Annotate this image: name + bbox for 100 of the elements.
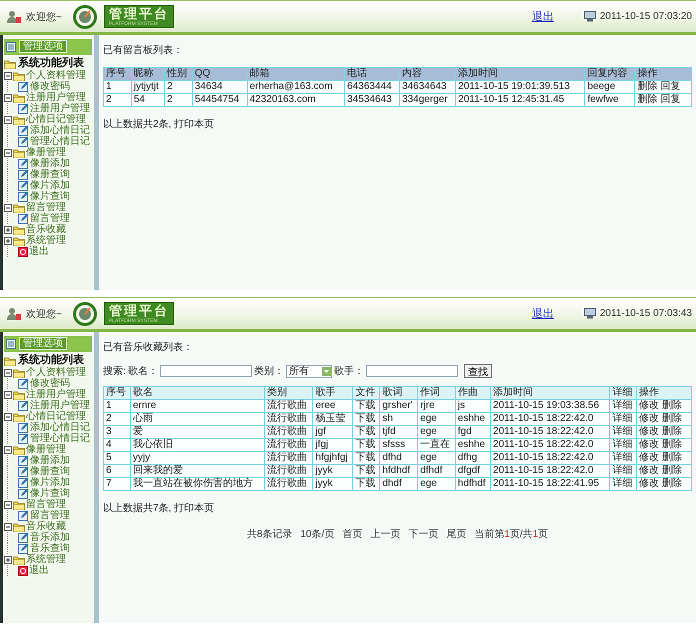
menu-group[interactable]: 心情日记管理 xyxy=(26,411,86,422)
table-cell: 2011-10-15 18:22:42.0 xyxy=(490,452,610,464)
menu-item[interactable]: 像册添加 xyxy=(30,158,70,169)
pager-item[interactable]: 下一页 xyxy=(408,527,438,541)
action-link[interactable]: 删除 xyxy=(662,452,682,463)
menu-item[interactable]: 添加心情日记 xyxy=(30,125,90,136)
search-field[interactable] xyxy=(366,365,458,377)
menu-item[interactable]: 像片查询 xyxy=(30,191,70,202)
pager-item[interactable]: 共8条记录 xyxy=(246,527,292,541)
sidebar-title: 系统功能列表 xyxy=(18,354,84,366)
logout-link[interactable]: 退出 xyxy=(532,306,554,321)
category-dropdown[interactable]: 所有 xyxy=(286,364,332,378)
table-cell: 回来我的爱 xyxy=(130,464,265,478)
table-cell: erherha@163.com xyxy=(247,80,345,94)
action-link[interactable]: 删除 xyxy=(662,426,682,437)
action-link[interactable]: 删除 xyxy=(637,94,658,105)
search-field[interactable] xyxy=(160,365,252,377)
action-link[interactable]: 修改 xyxy=(639,400,660,411)
brand-title: 管理平台 xyxy=(108,7,169,21)
menu-item[interactable]: 注册用户管理 xyxy=(30,400,90,411)
pager-item[interactable]: 10条/页 xyxy=(300,527,334,541)
column-header: 序号 xyxy=(104,68,132,80)
menu-item[interactable]: 留言管理 xyxy=(30,510,70,521)
sidebar-tab[interactable]: 管理选项 xyxy=(19,337,67,350)
action-link[interactable]: 删除 xyxy=(662,439,682,450)
action-link[interactable]: 删除 xyxy=(662,478,682,489)
menu-group[interactable]: 音乐收藏 xyxy=(26,521,66,532)
table-cell: 流行歌曲 xyxy=(264,400,313,412)
table-cell: 5 xyxy=(104,452,130,464)
column-header: 添加时间 xyxy=(490,386,610,400)
page-position: 当前第1页/共1页 xyxy=(474,528,548,541)
search-label: 搜索: xyxy=(103,364,126,378)
table-cell: 杨玉莹 xyxy=(312,412,353,426)
folder-icon xyxy=(13,114,25,125)
logout-link[interactable]: 退出 xyxy=(532,9,554,24)
menu-group[interactable]: 个人资料管理 xyxy=(26,70,86,81)
folder-icon xyxy=(13,367,25,378)
table-cell: jyyk xyxy=(312,478,353,490)
pager-item[interactable]: 上一页 xyxy=(370,527,400,541)
menu-item[interactable]: 音乐添加 xyxy=(30,532,70,543)
menu-group[interactable]: 注册用户管理 xyxy=(26,92,86,103)
menu-item[interactable]: 管理心情日记 xyxy=(30,433,90,444)
table-cell: fewfwe xyxy=(584,94,635,106)
menu-item[interactable]: 添加心情日记 xyxy=(30,422,90,433)
table-cell: dfhd xyxy=(380,452,418,464)
menu-item[interactable]: 像片添加 xyxy=(30,477,70,488)
field-label: 歌名： xyxy=(128,365,158,378)
menu-item[interactable]: 像册查询 xyxy=(30,466,70,477)
column-header: 邮箱 xyxy=(247,68,345,80)
action-link[interactable]: 修改 xyxy=(639,465,660,476)
menu-group[interactable]: 留言管理 xyxy=(26,202,66,213)
column-header: 操作 xyxy=(636,386,692,400)
table-cell: fgd xyxy=(455,426,491,438)
menu-item[interactable]: 留言管理 xyxy=(30,213,70,224)
action-link[interactable]: 回复 xyxy=(660,94,680,105)
action-link[interactable]: 修改 xyxy=(639,413,660,424)
action-link[interactable]: 删除 xyxy=(662,465,682,476)
menu-group[interactable]: 留言管理 xyxy=(26,499,66,510)
folder-icon xyxy=(13,411,25,422)
pager-item[interactable]: 首页 xyxy=(342,527,362,541)
menu-group[interactable]: 系统管理 xyxy=(26,554,66,565)
table-cell: jfgj xyxy=(312,438,353,452)
menu-item[interactable]: 退出 xyxy=(29,246,49,257)
menu-group[interactable]: 系统管理 xyxy=(26,235,66,246)
pen-icon xyxy=(18,136,29,147)
search-button[interactable]: 查找 xyxy=(464,364,492,378)
menu-item[interactable]: 像册添加 xyxy=(30,455,70,466)
menu-group[interactable]: 个人资料管理 xyxy=(26,367,86,378)
column-header: 歌词 xyxy=(380,386,418,400)
pager-item[interactable]: 尾页 xyxy=(446,527,466,541)
action-link[interactable]: 删除 xyxy=(662,413,682,424)
menu-item[interactable]: 像片查询 xyxy=(30,488,70,499)
menu-item[interactable]: 管理心情日记 xyxy=(30,136,90,147)
table-cell: sfsss xyxy=(380,438,418,452)
menu-item[interactable]: 修改密码 xyxy=(30,378,70,389)
action-link[interactable]: 修改 xyxy=(639,426,660,437)
action-link[interactable]: 删除 xyxy=(662,400,682,411)
action-link[interactable]: 修改 xyxy=(639,478,660,489)
menu-item[interactable]: 像册查询 xyxy=(30,169,70,180)
action-link[interactable]: 修改 xyxy=(639,452,660,463)
menu-item[interactable]: 音乐查询 xyxy=(30,543,70,554)
menu-group[interactable]: 心情日记管理 xyxy=(26,114,86,125)
menu-item[interactable]: 像片添加 xyxy=(30,180,70,191)
table-cell: beege xyxy=(584,80,635,94)
table-cell: 34634 xyxy=(192,80,248,94)
table-cell: 3 xyxy=(104,426,130,438)
menu-group[interactable]: 注册用户管理 xyxy=(26,389,86,400)
menu-group[interactable]: 音乐收藏 xyxy=(26,224,66,235)
action-link[interactable]: 修改 xyxy=(639,439,660,450)
menu-group[interactable]: 像册管理 xyxy=(26,444,66,455)
menu-item[interactable]: 修改密码 xyxy=(30,81,70,92)
menu-item[interactable]: 注册用户管理 xyxy=(30,103,90,114)
table-cell: 1 xyxy=(104,80,132,94)
action-link[interactable]: 删除 xyxy=(637,81,658,92)
action-link[interactable]: 回复 xyxy=(660,81,680,92)
welcome-text: 欢迎您~ xyxy=(26,308,62,320)
table-cell: 流行歌曲 xyxy=(264,438,313,452)
menu-item[interactable]: 退出 xyxy=(29,565,49,576)
menu-group[interactable]: 像册管理 xyxy=(26,147,66,158)
sidebar-tab[interactable]: 管理选项 xyxy=(19,40,67,53)
